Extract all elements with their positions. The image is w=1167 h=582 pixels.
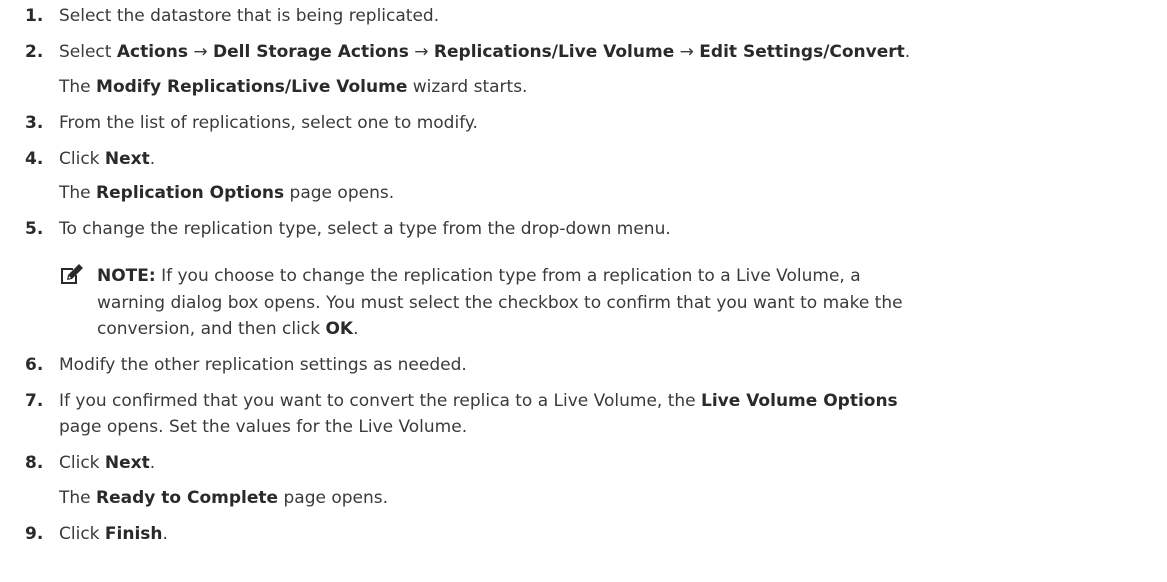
step-text: To change the replication type, select a… — [59, 219, 671, 239]
next-label: Next — [104, 453, 150, 473]
step-text: Click Finish. — [59, 524, 168, 544]
ok-label: OK — [325, 319, 354, 339]
step-number: 1. — [25, 6, 44, 26]
step-text: Select Actions → Dell Storage Actions → … — [59, 42, 911, 62]
step-number: 6. — [25, 355, 44, 375]
menu-replications-live-volume: Replications/Live Volume — [433, 42, 675, 62]
step-number: 4. — [25, 149, 44, 169]
step-text: Select the datastore that is being repli… — [59, 6, 440, 26]
note-line-3: conversion, and then click OK. — [97, 319, 359, 339]
step-number: 8. — [25, 453, 44, 473]
page-name: Live Volume Options — [701, 391, 898, 411]
step-number: 7. — [25, 391, 44, 411]
step-number: 3. — [25, 113, 44, 133]
step-result: The Modify Replications/Live Volume wiza… — [59, 77, 528, 97]
step-result: The Ready to Complete page opens. — [59, 488, 389, 508]
menu-actions: Actions — [116, 42, 188, 62]
step-text: From the list of replications, select on… — [59, 113, 478, 133]
note-line-2: warning dialog box opens. You must selec… — [97, 293, 903, 313]
page-name: Ready to Complete — [96, 488, 279, 508]
document: 1. Select the datastore that is being re… — [0, 0, 1167, 582]
step-text-continued: page opens. Set the values for the Live … — [59, 417, 468, 437]
step-number: 5. — [25, 219, 44, 239]
finish-label: Finish — [104, 524, 163, 544]
step-text: Modify the other replication settings as… — [59, 355, 467, 375]
page-name: Replication Options — [96, 183, 285, 203]
step-number: 9. — [25, 524, 44, 544]
note-line-1: NOTE: If you choose to change the replic… — [97, 266, 861, 286]
step-number: 2. — [25, 42, 44, 62]
pencil-note-icon — [61, 264, 83, 284]
step-text: Click Next. — [59, 149, 156, 169]
menu-dell-storage-actions: Dell Storage Actions — [213, 42, 409, 62]
step-result: The Replication Options page opens. — [59, 183, 395, 203]
wizard-name: Modify Replications/Live Volume — [96, 77, 408, 97]
step-text: Click Next. — [59, 453, 156, 473]
next-label: Next — [104, 149, 150, 169]
note-label: NOTE: — [97, 266, 156, 286]
menu-edit-settings-convert: Edit Settings/Convert — [699, 42, 905, 62]
step-text: If you confirmed that you want to conver… — [59, 391, 898, 411]
